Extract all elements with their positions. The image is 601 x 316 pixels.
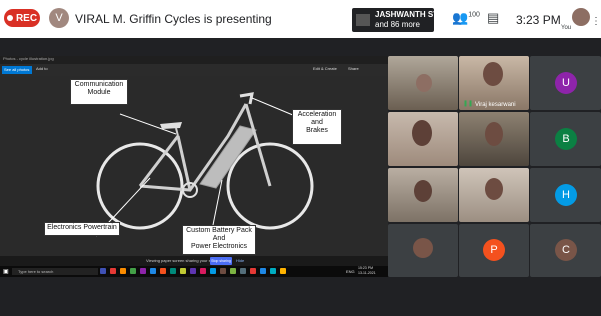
- label-acceleration-brakes: Acceleration and Brakes: [292, 109, 342, 145]
- label-electronics-powertrain: Electronics Powertrain: [44, 222, 120, 236]
- taskbar-time: 15:23 PM: [358, 266, 373, 270]
- app-icon[interactable]: [270, 268, 276, 274]
- participant-avatar-h: H: [555, 184, 577, 206]
- presenter-avatar: V: [49, 8, 69, 28]
- taskbar-language[interactable]: ENG: [346, 269, 355, 274]
- participant-avatar-c: C: [555, 239, 577, 261]
- image-canvas: Communication Module Acceleration and Brake…: [0, 76, 388, 256]
- app-icon[interactable]: [130, 268, 136, 274]
- edit-create-button[interactable]: Edit & Create: [313, 66, 337, 71]
- app-icon[interactable]: [140, 268, 146, 274]
- participant-tile[interactable]: [388, 56, 458, 110]
- chat-icon[interactable]: ▤: [487, 10, 499, 26]
- rec-label: REC: [15, 12, 38, 24]
- seat: [160, 122, 182, 129]
- participant-tile[interactable]: ❚❚ Viraj kesarwani: [459, 56, 529, 110]
- participant-name: JASHWANTH SV...: [375, 10, 445, 19]
- task-view-icon[interactable]: [100, 268, 106, 274]
- app-icon[interactable]: [280, 268, 286, 274]
- stop-sharing-button[interactable]: Stop sharing: [210, 257, 232, 265]
- presenter-status: VIRAL M. Griffin Cycles is presenting: [75, 12, 272, 26]
- participant-face: [485, 178, 503, 200]
- participant-avatar-u: U: [555, 72, 577, 94]
- taskbar-search-box[interactable]: Type here to search: [12, 268, 98, 275]
- app-icon[interactable]: [210, 268, 216, 274]
- speaking-icon: ❚❚: [463, 101, 474, 107]
- meeting-clock: 3:23 PM: [516, 13, 561, 27]
- meeting-top-bar: REC V VIRAL M. Griffin Cycles is present…: [0, 0, 601, 38]
- participant-tile[interactable]: H: [530, 168, 601, 222]
- participant-face: [412, 120, 432, 146]
- shared-screen: Photos - cycle illustration.jpg See all …: [0, 56, 388, 277]
- participant-tile[interactable]: U: [530, 56, 601, 110]
- participant-avatar-p: P: [483, 239, 505, 261]
- app-icon[interactable]: [160, 268, 166, 274]
- see-all-photos-tab[interactable]: See all photos: [2, 66, 32, 74]
- label-communication-module: Communication Module: [70, 79, 128, 105]
- taskbar-clock[interactable]: 15:23 PM 13-11-2021: [358, 266, 376, 276]
- participant-tile[interactable]: [388, 168, 458, 222]
- app-icon[interactable]: [230, 268, 236, 274]
- participant-avatar-b: B: [555, 128, 577, 150]
- window-titlebar: Photos - cycle illustration.jpg: [0, 56, 388, 64]
- participant-thumbnail: [356, 14, 370, 26]
- people-count: 100: [468, 11, 480, 19]
- participant-tile[interactable]: [388, 224, 458, 277]
- taskbar-date: 13-11-2021: [358, 271, 376, 275]
- hide-link[interactable]: Hide: [236, 258, 244, 263]
- photos-toolbar: See all photos Add to Edit & Create Shar…: [0, 64, 388, 76]
- windows-start-icon[interactable]: ▣: [3, 268, 9, 275]
- window-title: Photos - cycle illustration.jpg: [3, 56, 54, 61]
- app-icon[interactable]: [170, 268, 176, 274]
- app-icon[interactable]: [110, 268, 116, 274]
- windows-taskbar: ▣ Type here to search ENG 15:23 PM 13-11-…: [0, 266, 388, 277]
- add-to-button[interactable]: Add to: [36, 66, 48, 71]
- participant-face: [483, 62, 503, 86]
- participant-tile[interactable]: [388, 112, 458, 166]
- stop-sharing-label: Stop sharing: [211, 259, 231, 263]
- participant-grid: ❚❚ Viraj kesarwani U B H P C: [388, 56, 601, 277]
- meeting-bottom-area: [0, 277, 601, 316]
- participant-face: [416, 74, 432, 92]
- participant-more: and 86 more: [375, 20, 420, 29]
- participant-name-label: Viraj kesarwani: [475, 102, 516, 108]
- participant-face: [414, 180, 432, 202]
- app-icon[interactable]: [260, 268, 266, 274]
- participant-tile[interactable]: P: [459, 224, 529, 277]
- screen-share-bar: Viewing paper screen sharing your screen…: [0, 256, 388, 266]
- participant-tile[interactable]: B: [530, 112, 601, 166]
- handlebar: [239, 92, 254, 105]
- participants-chip[interactable]: JASHWANTH SV... and 86 more: [352, 8, 445, 32]
- participant-tile[interactable]: [459, 168, 529, 222]
- self-label: You: [561, 25, 572, 31]
- participant-face: [485, 122, 503, 146]
- app-icon[interactable]: [200, 268, 206, 274]
- seat-tube: [176, 135, 192, 191]
- more-options-icon[interactable]: ⋮: [591, 16, 601, 27]
- app-icon[interactable]: [250, 268, 256, 274]
- share-button[interactable]: Share: [348, 66, 359, 71]
- record-dot-icon: [6, 15, 13, 21]
- participant-thumbnail: [413, 238, 433, 258]
- label-battery-pack: Custom Battery Pack And Power Electronics: [182, 225, 256, 255]
- people-icon[interactable]: 👥100: [452, 10, 480, 26]
- app-icon[interactable]: [180, 268, 186, 274]
- app-icon[interactable]: [240, 268, 246, 274]
- recording-badge: REC: [4, 9, 40, 27]
- app-icon[interactable]: [150, 268, 156, 274]
- self-avatar[interactable]: [572, 8, 590, 26]
- app-icon[interactable]: [220, 268, 226, 274]
- participant-tile[interactable]: [459, 112, 529, 166]
- app-icon[interactable]: [190, 268, 196, 274]
- app-icon[interactable]: [120, 268, 126, 274]
- participant-tile[interactable]: C: [530, 224, 601, 277]
